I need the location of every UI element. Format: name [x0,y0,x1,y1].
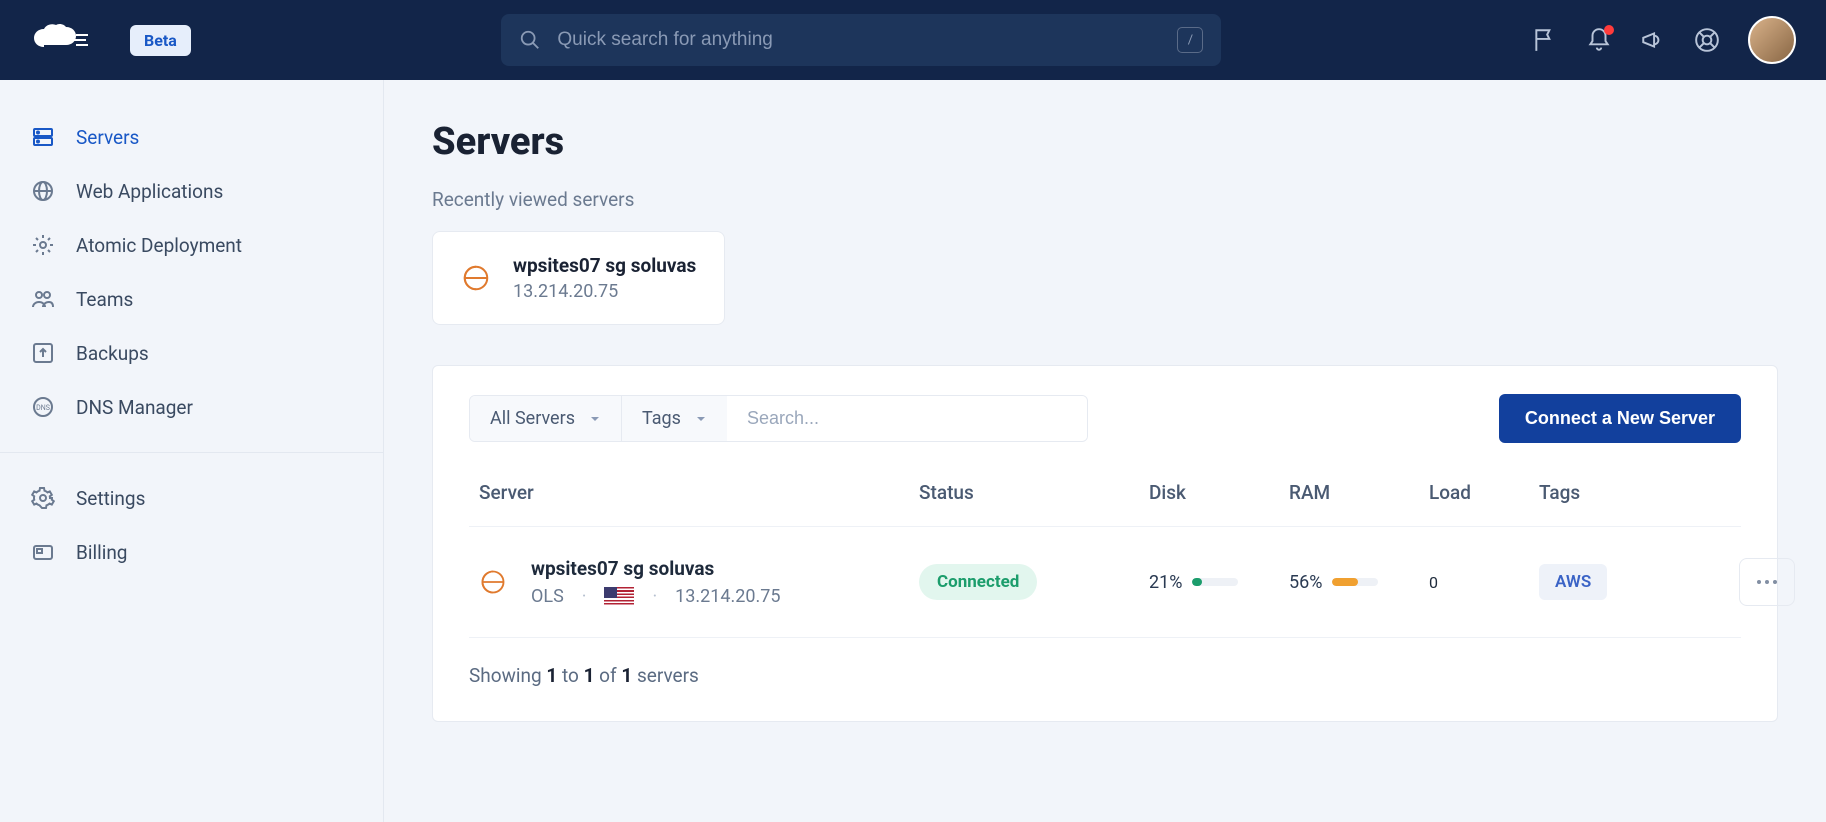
sidebar-item-atomic-deployment[interactable]: Atomic Deployment [0,218,383,272]
servers-search-input[interactable] [727,396,1087,441]
col-ram: RAM [1289,481,1429,504]
separator: · [582,586,587,607]
sidebar-item-label: Backups [76,342,149,365]
search-icon [519,29,541,51]
filter-row: All Servers Tags Connect a New Server [469,394,1741,443]
main-content: Servers Recently viewed servers wpsites0… [384,80,1826,822]
dns-icon: DNS [30,394,56,420]
sidebar-item-billing[interactable]: Billing [0,525,383,579]
server-icon [30,124,56,150]
col-disk: Disk [1149,481,1289,504]
table-header: Server Status Disk RAM Load Tags [469,447,1741,527]
search-input[interactable] [557,29,1161,51]
notification-dot [1604,25,1614,35]
tags-dropdown[interactable]: Tags [622,396,727,441]
row-actions-button[interactable] [1739,558,1795,606]
server-provider-icon [461,263,491,293]
ram-gauge [1332,578,1378,586]
tag-pill[interactable]: AWS [1539,564,1607,600]
sidebar: Servers Web Applications Atomic Deployme… [0,80,384,822]
server-provider-icon [479,568,507,596]
ram-value: 56% [1289,572,1322,593]
svg-text:DNS: DNS [36,404,50,412]
sidebar-item-label: Web Applications [76,180,223,203]
search-container: / [211,14,1512,66]
sidebar-item-label: Settings [76,487,145,510]
recent-server-name: wpsites07 sg soluvas [513,254,696,277]
sidebar-item-backups[interactable]: Backups [0,326,383,380]
sidebar-item-dns-manager[interactable]: DNS DNS Manager [0,380,383,434]
servers-panel: All Servers Tags Connect a New Server Se… [432,365,1778,722]
disk-metric: 21% [1149,572,1289,593]
more-icon [1756,579,1778,585]
gear-outline-icon [30,232,56,258]
sidebar-item-teams[interactable]: Teams [0,272,383,326]
separator: · [652,586,657,607]
chevron-down-icon [695,413,707,425]
sidebar-item-label: Atomic Deployment [76,234,242,257]
tags-dropdown-label: Tags [642,408,681,429]
scope-dropdown-label: All Servers [490,408,575,429]
sidebar-item-servers[interactable]: Servers [0,110,383,164]
col-server: Server [479,481,919,504]
col-status: Status [919,481,1149,504]
col-tags: Tags [1539,481,1739,504]
us-flag-icon [604,587,634,607]
topbar: Beta / [0,0,1826,80]
pagination: Showing 1 to 1 of 1 servers [469,664,1741,687]
beta-badge[interactable]: Beta [130,25,191,56]
chevron-down-icon [589,413,601,425]
sidebar-item-label: Billing [76,541,127,564]
server-name: wpsites07 sg soluvas [531,557,780,580]
server-stack: OLS [531,586,564,607]
connect-server-button[interactable]: Connect a New Server [1499,394,1741,443]
gear-icon [30,485,56,511]
disk-gauge [1192,578,1238,586]
logo-icon[interactable] [30,23,90,57]
top-icons [1532,16,1796,64]
flag-icon[interactable] [1532,27,1558,53]
server-meta: OLS · · 13.214.20.75 [531,586,780,607]
sidebar-item-settings[interactable]: Settings [0,471,383,525]
recent-server-card[interactable]: wpsites07 sg soluvas 13.214.20.75 [432,231,725,325]
server-ip: 13.214.20.75 [675,586,780,607]
disk-value: 21% [1149,572,1182,593]
bell-icon[interactable] [1586,27,1612,53]
server-cell: wpsites07 sg soluvas OLS · · 13.214.20.7… [479,557,919,607]
sidebar-item-label: DNS Manager [76,396,193,419]
ram-metric: 56% [1289,572,1429,593]
avatar[interactable] [1748,16,1796,64]
recent-heading: Recently viewed servers [432,188,1778,211]
recent-server-ip: 13.214.20.75 [513,281,696,302]
sidebar-item-label: Servers [76,126,139,149]
table-row[interactable]: wpsites07 sg soluvas OLS · · 13.214.20.7… [469,527,1741,638]
sidebar-item-web-applications[interactable]: Web Applications [0,164,383,218]
filter-group: All Servers Tags [469,395,1088,442]
load-value: 0 [1429,573,1539,592]
kbd-hint: / [1177,27,1203,53]
sidebar-divider [0,452,383,453]
scope-dropdown[interactable]: All Servers [470,396,622,441]
sidebar-item-label: Teams [76,288,133,311]
col-load: Load [1429,481,1539,504]
megaphone-icon[interactable] [1640,27,1666,53]
upload-box-icon [30,340,56,366]
global-search[interactable]: / [501,14,1221,66]
globe-icon [30,178,56,204]
users-icon [30,286,56,312]
status-badge: Connected [919,564,1037,600]
page-title: Servers [432,120,1778,164]
help-icon[interactable] [1694,27,1720,53]
card-icon [30,539,56,565]
